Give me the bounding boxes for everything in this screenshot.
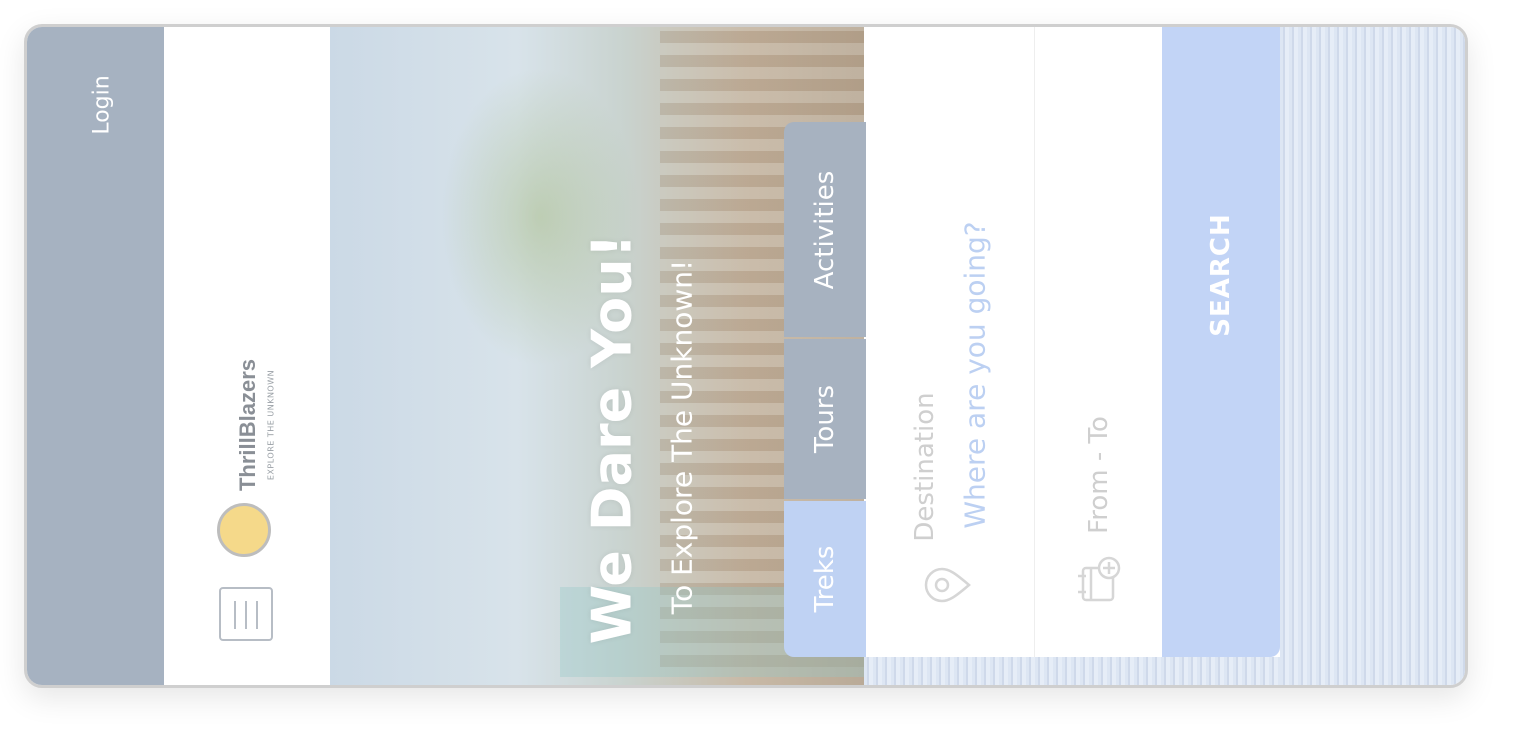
background-water-strip <box>864 657 1280 685</box>
background-water-image <box>1280 27 1465 685</box>
search-button-label: SEARCH <box>1206 213 1236 337</box>
tab-treks-label: Treks <box>810 545 840 613</box>
destination-input[interactable]: Where are you going? <box>959 221 992 528</box>
browser-viewport: Login ThrillBlazers EXPLORE THE UNKNOWN … <box>24 24 1468 688</box>
hero-subtitle: To Explore The Unknown! <box>665 259 699 615</box>
logo-tagline: EXPLORE THE UNKNOWN <box>266 369 276 481</box>
login-label: Login <box>89 75 115 135</box>
tab-activities[interactable]: Activities <box>784 122 866 337</box>
hamburger-menu-icon[interactable] <box>219 587 273 641</box>
destination-label: Destination <box>910 392 940 542</box>
logo-emblem-icon <box>217 503 271 557</box>
hero-title: We Dare You! <box>580 233 644 645</box>
tab-tours-label: Tours <box>810 384 840 454</box>
field-divider <box>1034 27 1035 657</box>
calendar-add-icon <box>1069 552 1125 608</box>
date-range-input[interactable]: From - To <box>1084 416 1114 534</box>
tab-treks[interactable]: Treks <box>784 501 866 657</box>
tab-activities-label: Activities <box>810 170 840 289</box>
map-pin-icon <box>919 557 975 613</box>
top-bar: Login <box>27 27 164 685</box>
brand-logo[interactable]: ThrillBlazers EXPLORE THE UNKNOWN <box>213 347 283 557</box>
login-button[interactable]: Login <box>72 45 132 165</box>
tab-tours[interactable]: Tours <box>784 339 866 499</box>
search-button[interactable]: SEARCH <box>1162 27 1280 657</box>
logo-brand-text: ThrillBlazers <box>235 358 260 492</box>
